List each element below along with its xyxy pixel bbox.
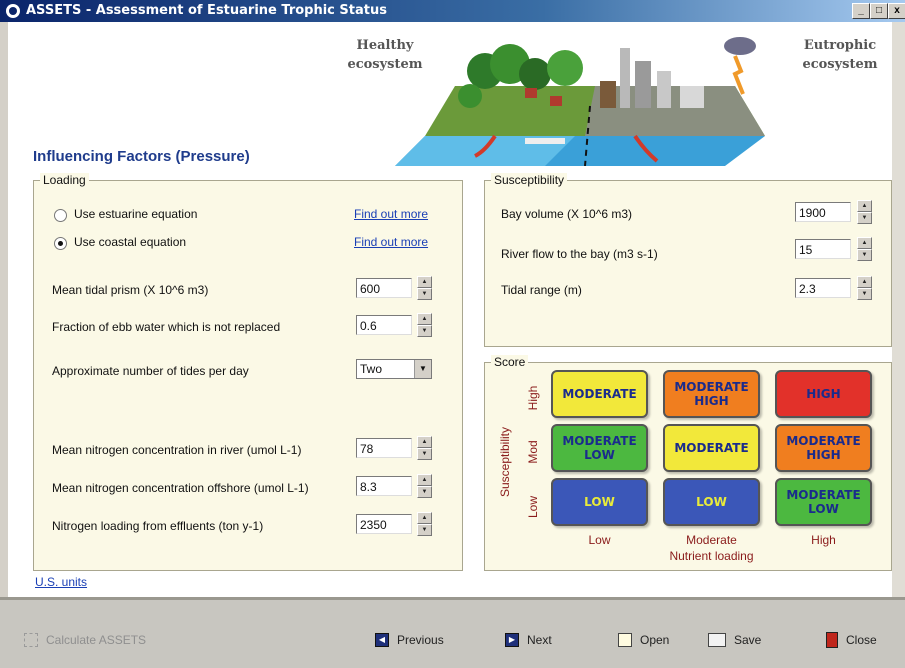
tidal-prism-input[interactable]: 600: [356, 278, 412, 298]
susceptibility-axis-title: Susceptibility: [498, 426, 512, 498]
close-button[interactable]: Close: [826, 630, 877, 650]
x-level-low: Low: [588, 533, 611, 547]
calculator-icon: [24, 633, 38, 647]
section-title: Influencing Factors (Pressure): [33, 148, 250, 165]
ebb-fraction-stepper[interactable]: ▲ ▼: [417, 313, 432, 337]
score-cell-mod-high: MODERATE HIGH: [775, 424, 872, 472]
tidal-prism-label: Mean tidal prism (X 10^6 m3): [52, 283, 209, 297]
tides-per-day-label: Approximate number of tides per day: [52, 364, 249, 378]
tides-per-day-select[interactable]: Two ▼: [356, 359, 432, 379]
open-button[interactable]: Open: [618, 630, 669, 650]
window-title: ASSETS - Assessment of Estuarine Trophic…: [26, 3, 387, 18]
ebb-fraction-input[interactable]: 0.6: [356, 315, 412, 335]
y-level-mod: Mod: [526, 440, 540, 464]
radio-coastal-label: Use coastal equation: [74, 235, 187, 249]
score-cell-high-moderate: MODERATE HIGH: [663, 370, 760, 418]
effluent-loading-stepper[interactable]: ▲ ▼: [417, 512, 432, 536]
score-cell-high-low: MODERATE: [551, 370, 648, 418]
calculate-assets-label: Calculate ASSETS: [46, 633, 147, 647]
bay-volume-input[interactable]: 1900: [795, 202, 851, 222]
us-units-link[interactable]: U.S. units: [35, 575, 87, 589]
effluent-loading-input[interactable]: 2350: [356, 514, 412, 534]
score-cell-low-high: MODERATE LOW: [775, 478, 872, 526]
loading-legend: Loading: [40, 173, 89, 187]
score-cell-low-moderate: LOW: [663, 478, 760, 526]
find-out-more-estuarine-link[interactable]: Find out more: [354, 207, 428, 221]
nutrient-loading-axis-title: Nutrient loading: [669, 549, 754, 563]
previous-button[interactable]: ◀ Previous: [375, 630, 444, 650]
score-cell-high-high: HIGH: [775, 370, 872, 418]
tidal-prism-stepper[interactable]: ▲ ▼: [417, 276, 432, 300]
bay-volume-stepper[interactable]: ▲ ▼: [857, 200, 872, 224]
chevron-down-icon[interactable]: ▼: [414, 360, 431, 378]
calculate-assets-button[interactable]: Calculate ASSETS: [24, 630, 146, 650]
tidal-range-stepper[interactable]: ▲ ▼: [857, 276, 872, 300]
tidal-range-label: Tidal range (m): [501, 283, 582, 297]
find-out-more-coastal-link[interactable]: Find out more: [354, 235, 428, 249]
x-level-moderate: Moderate: [686, 533, 737, 547]
score-cell-mod-low: MODERATE LOW: [551, 424, 648, 472]
score-cell-low-low: LOW: [551, 478, 648, 526]
next-label: Next: [527, 633, 552, 647]
offshore-nitrogen-label: Mean nitrogen concentration offshore (um…: [52, 481, 309, 495]
river-nitrogen-stepper[interactable]: ▲ ▼: [417, 436, 432, 460]
score-cell-mod-moderate: MODERATE: [663, 424, 760, 472]
loading-group: Loading Use estuarine equation Find out …: [33, 173, 463, 571]
open-file-icon: [618, 633, 632, 647]
ecosystem-illustration: [395, 37, 765, 166]
river-flow-label: River flow to the bay (m3 s-1): [501, 247, 658, 261]
ebb-fraction-label: Fraction of ebb water which is not repla…: [52, 320, 281, 334]
previous-icon: ◀: [375, 633, 389, 647]
close-label: Close: [846, 633, 877, 647]
open-label: Open: [640, 633, 670, 647]
offshore-nitrogen-stepper[interactable]: ▲ ▼: [417, 474, 432, 498]
app-icon: [6, 4, 20, 18]
tides-per-day-value: Two: [360, 362, 383, 376]
window-edge: [892, 22, 905, 597]
radio-coastal[interactable]: [54, 237, 67, 250]
radio-estuarine[interactable]: [54, 209, 67, 222]
y-level-low: Low: [526, 496, 540, 519]
previous-label: Previous: [397, 633, 444, 647]
effluent-loading-label: Nitrogen loading from effluents (ton y-1…: [52, 519, 264, 533]
score-legend: Score: [491, 355, 529, 369]
susceptibility-legend: Susceptibility: [491, 173, 568, 187]
close-window-button[interactable]: x: [888, 3, 905, 19]
save-label: Save: [734, 633, 762, 647]
score-group: Score Susceptibility High Mod Low MODERA…: [484, 355, 892, 571]
next-button[interactable]: ▶ Next: [505, 630, 552, 650]
river-nitrogen-input[interactable]: 78: [356, 438, 412, 458]
river-flow-stepper[interactable]: ▲ ▼: [857, 237, 872, 261]
tidal-range-input[interactable]: 2.3: [795, 278, 851, 298]
title-bar: ASSETS - Assessment of Estuarine Trophic…: [0, 0, 905, 22]
minimize-button[interactable]: _: [852, 3, 870, 19]
river-flow-input[interactable]: 15: [795, 239, 851, 259]
eutrophic-ecosystem-label: Eutrophic ecosystem: [802, 38, 878, 72]
save-icon: [708, 633, 726, 647]
susceptibility-group: Susceptibility Bay volume (X 10^6 m3) 19…: [484, 173, 892, 347]
maximize-button[interactable]: □: [870, 3, 888, 19]
x-level-high: High: [811, 533, 836, 547]
bay-volume-label: Bay volume (X 10^6 m3): [501, 207, 633, 221]
river-nitrogen-label: Mean nitrogen concentration in river (um…: [52, 443, 302, 457]
radio-estuarine-label: Use estuarine equation: [74, 207, 198, 221]
offshore-nitrogen-input[interactable]: 8.3: [356, 476, 412, 496]
save-button[interactable]: Save: [708, 630, 761, 650]
y-level-high: High: [526, 385, 540, 411]
door-exit-icon: [826, 632, 838, 648]
next-icon: ▶: [505, 633, 519, 647]
